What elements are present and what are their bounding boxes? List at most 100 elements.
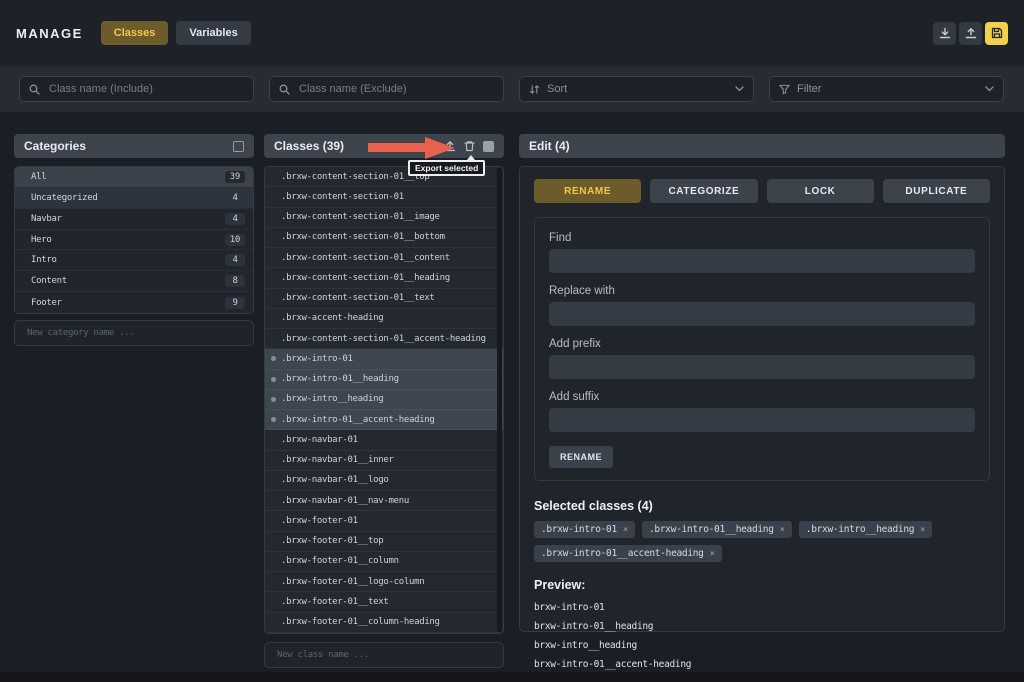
- save-button[interactable]: [985, 22, 1008, 45]
- class-name-label: .brxw-intro__heading: [281, 394, 383, 404]
- filter-bar: Sort Filter: [0, 66, 1024, 112]
- top-actions: [933, 22, 1008, 45]
- category-item-content[interactable]: Content 8: [15, 271, 253, 292]
- classes-panel: Classes (39) .brxw-content-section-01__t…: [264, 134, 504, 668]
- class-item[interactable]: .brxw-navbar-01__inner: [265, 451, 503, 471]
- chip-remove-icon[interactable]: ×: [920, 525, 925, 535]
- class-item[interactable]: .brxw-content-section-01__accent-heading: [265, 329, 503, 349]
- class-name-label: .brxw-navbar-01__logo: [281, 475, 389, 485]
- class-name-label: .brxw-footer-01__column-heading: [281, 617, 440, 627]
- selected-class-chip: .brxw-intro-01×: [534, 521, 635, 538]
- delete-selected-icon[interactable]: [464, 140, 475, 152]
- categories-checkbox[interactable]: [233, 141, 244, 152]
- view-switcher: Classes Variables: [101, 21, 251, 45]
- class-item[interactable]: .brxw-intro__heading: [265, 390, 503, 410]
- class-name-label: .brxw-content-section-01__accent-heading: [281, 334, 486, 344]
- select-all-checkbox[interactable]: [483, 141, 494, 152]
- new-class-field[interactable]: [264, 642, 504, 668]
- replace-with-input[interactable]: [549, 302, 975, 326]
- class-item[interactable]: .brxw-content-section-01__heading: [265, 268, 503, 288]
- class-item[interactable]: .brxw-navbar-01__logo: [265, 471, 503, 491]
- chip-remove-icon[interactable]: ×: [623, 525, 628, 535]
- import-button[interactable]: [933, 22, 956, 45]
- classes-title: Classes (39): [274, 139, 344, 153]
- class-name-label: .brxw-navbar-01__inner: [281, 455, 394, 465]
- annotation-arrow-head: [425, 137, 455, 159]
- preview-line: brxw-intro-01__heading: [534, 617, 990, 636]
- edit-tab-lock[interactable]: LOCK: [767, 179, 874, 203]
- preview-line: brxw-intro__heading: [534, 636, 990, 655]
- class-item[interactable]: .brxw-content-section-01__text: [265, 289, 503, 309]
- class-item[interactable]: .brxw-navbar-01: [265, 430, 503, 450]
- search-icon: [279, 84, 290, 95]
- class-item[interactable]: .brxw-footer-01: [265, 511, 503, 531]
- selected-class-chip: .brxw-intro-01__accent-heading×: [534, 545, 722, 562]
- category-item-footer[interactable]: Footer9: [15, 292, 253, 313]
- category-label: Intro: [31, 255, 57, 265]
- class-item[interactable]: .brxw-content-section-01__bottom: [265, 228, 503, 248]
- class-name-label: .brxw-content-section-01__text: [281, 293, 435, 303]
- new-category-input[interactable]: [15, 328, 253, 338]
- rename-submit-button[interactable]: RENAME: [549, 446, 613, 468]
- include-filter-input[interactable]: [47, 82, 244, 96]
- find-input[interactable]: [549, 249, 975, 273]
- selected-class-chip: .brxw-intro-01__heading×: [642, 521, 792, 538]
- category-item-intro[interactable]: Intro4: [15, 250, 253, 271]
- category-item-navbar[interactable]: Navbar4: [15, 209, 253, 230]
- category-count-badge: 8: [225, 275, 245, 287]
- category-count-badge: 9: [225, 297, 245, 309]
- chevron-down-icon: [735, 86, 744, 92]
- category-label: Hero: [31, 235, 51, 245]
- class-item[interactable]: .brxw-footer-01__top: [265, 532, 503, 552]
- classes-scrollbar[interactable]: [497, 168, 502, 632]
- category-item-hero[interactable]: Hero10: [15, 230, 253, 251]
- sort-label: Sort: [547, 83, 728, 95]
- category-label: Content: [31, 276, 67, 286]
- class-name-label: .brxw-content-section-01__image: [281, 212, 440, 222]
- chip-remove-icon[interactable]: ×: [710, 549, 715, 559]
- class-name-label: .brxw-content-section-01__bottom: [281, 232, 445, 242]
- chip-remove-icon[interactable]: ×: [780, 525, 785, 535]
- class-item[interactable]: .brxw-footer-01__logo-column: [265, 572, 503, 592]
- selected-dot-icon: [271, 356, 276, 361]
- tab-classes[interactable]: Classes: [101, 21, 169, 45]
- add-suffix-input[interactable]: [549, 408, 975, 432]
- exclude-filter[interactable]: [269, 76, 504, 102]
- category-count-badge: 4: [225, 192, 245, 204]
- exclude-filter-input[interactable]: [297, 82, 494, 96]
- class-item[interactable]: .brxw-accent-heading: [265, 309, 503, 329]
- class-item[interactable]: .brxw-intro-01__heading: [265, 370, 503, 390]
- class-name-label: .brxw-accent-heading: [281, 313, 383, 323]
- edit-tab-rename[interactable]: RENAME: [534, 179, 641, 203]
- edit-tab-duplicate[interactable]: DUPLICATE: [883, 179, 990, 203]
- class-item[interactable]: .brxw-footer-01__column-heading: [265, 613, 503, 633]
- filter-label: Filter: [797, 83, 978, 95]
- field-label: Find: [549, 232, 975, 244]
- include-filter[interactable]: [19, 76, 254, 102]
- category-label: Uncategorized: [31, 193, 98, 203]
- class-item[interactable]: .brxw-navbar-01__nav-menu: [265, 491, 503, 511]
- class-item[interactable]: .brxw-intro-01: [265, 349, 503, 369]
- upload-icon: [965, 27, 977, 39]
- class-item[interactable]: .brxw-content-section-01__content: [265, 248, 503, 268]
- class-name-label: .brxw-content-section-01__content: [281, 253, 450, 263]
- class-item[interactable]: .brxw-footer-01__text: [265, 592, 503, 612]
- add-prefix-input[interactable]: [549, 355, 975, 379]
- class-item[interactable]: .brxw-content-section-01: [265, 187, 503, 207]
- new-category-field[interactable]: [14, 320, 254, 346]
- sort-select[interactable]: Sort: [519, 76, 754, 102]
- category-item-uncategorized[interactable]: Uncategorized 4: [15, 188, 253, 209]
- export-selected-tooltip: Export selected: [408, 160, 485, 176]
- category-item-all[interactable]: All39: [15, 167, 253, 188]
- edit-tab-categorize[interactable]: CATEGORIZE: [650, 179, 757, 203]
- class-item[interactable]: .brxw-content-section-01__image: [265, 208, 503, 228]
- export-button[interactable]: [959, 22, 982, 45]
- new-class-input[interactable]: [265, 650, 503, 660]
- class-item[interactable]: .brxw-intro-01__accent-heading: [265, 410, 503, 430]
- class-item[interactable]: .brxw-footer-01__column: [265, 552, 503, 572]
- class-name-label: .brxw-footer-01__logo-column: [281, 577, 424, 587]
- selected-class-chip: .brxw-intro__heading×: [799, 521, 933, 538]
- preview-list: brxw-intro-01brxw-intro-01__headingbrxw-…: [534, 598, 990, 674]
- filter-select[interactable]: Filter: [769, 76, 1004, 102]
- tab-variables[interactable]: Variables: [176, 21, 250, 45]
